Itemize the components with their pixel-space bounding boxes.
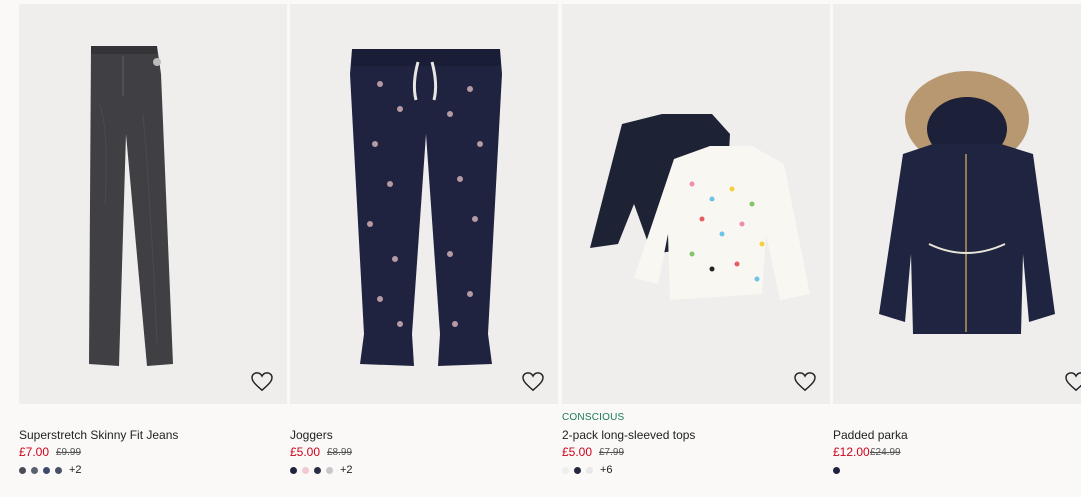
color-swatch[interactable]: [302, 466, 309, 474]
color-swatches: +2: [19, 464, 82, 476]
product-title[interactable]: Superstretch Skinny Fit Jeans: [19, 428, 178, 442]
heart-outline-icon[interactable]: [794, 372, 816, 392]
color-swatch[interactable]: [326, 466, 333, 474]
product-title[interactable]: Padded parka: [833, 428, 908, 442]
more-colors-count[interactable]: +6: [600, 464, 613, 476]
product-grid: Superstretch Skinny Fit Jeans £7.00 £9.9…: [0, 0, 1081, 497]
product-card[interactable]: Superstretch Skinny Fit Jeans £7.00 £9.9…: [19, 4, 287, 497]
conscious-tag: CONSCIOUS: [562, 412, 625, 423]
color-swatch[interactable]: [562, 466, 569, 474]
product-price: £12.00: [833, 445, 870, 459]
color-swatch[interactable]: [31, 466, 38, 474]
product-title[interactable]: 2-pack long-sleeved tops: [562, 428, 695, 442]
product-old-price: £7.99: [599, 447, 625, 458]
product-old-price: £9.99: [56, 447, 82, 458]
product-image-joggers[interactable]: [290, 4, 558, 404]
product-image-jeans[interactable]: [19, 4, 287, 404]
color-swatch[interactable]: [574, 466, 581, 474]
heart-outline-icon[interactable]: [1065, 372, 1081, 392]
color-swatch[interactable]: [314, 466, 321, 474]
product-card[interactable]: Joggers £5.00 £8.99 +2: [290, 4, 558, 497]
product-price: £7.00: [19, 445, 50, 459]
color-swatch[interactable]: [833, 466, 840, 474]
product-card[interactable]: CONSCIOUS 2-pack long-sleeved tops £5.00…: [562, 4, 830, 497]
product-old-price: £8.99: [327, 447, 353, 458]
color-swatch[interactable]: [43, 466, 50, 474]
color-swatch[interactable]: [55, 466, 62, 474]
color-swatches: [833, 465, 847, 475]
product-old-price: £24.99: [870, 447, 901, 458]
color-swatches: +6: [562, 464, 613, 476]
color-swatch[interactable]: [19, 466, 26, 474]
product-image-tops[interactable]: [562, 4, 830, 404]
product-price: £5.00: [562, 445, 593, 459]
product-price: £5.00: [290, 445, 321, 459]
color-swatches: +2: [290, 464, 353, 476]
product-title[interactable]: Joggers: [290, 428, 333, 442]
product-card[interactable]: Padded parka £12.00 £24.99: [833, 4, 1081, 497]
heart-outline-icon[interactable]: [251, 372, 273, 392]
more-colors-count[interactable]: +2: [69, 464, 82, 476]
color-swatch[interactable]: [586, 466, 593, 474]
color-swatch[interactable]: [290, 466, 297, 474]
heart-outline-icon[interactable]: [522, 372, 544, 392]
product-image-parka[interactable]: [833, 4, 1081, 404]
more-colors-count[interactable]: +2: [340, 464, 353, 476]
